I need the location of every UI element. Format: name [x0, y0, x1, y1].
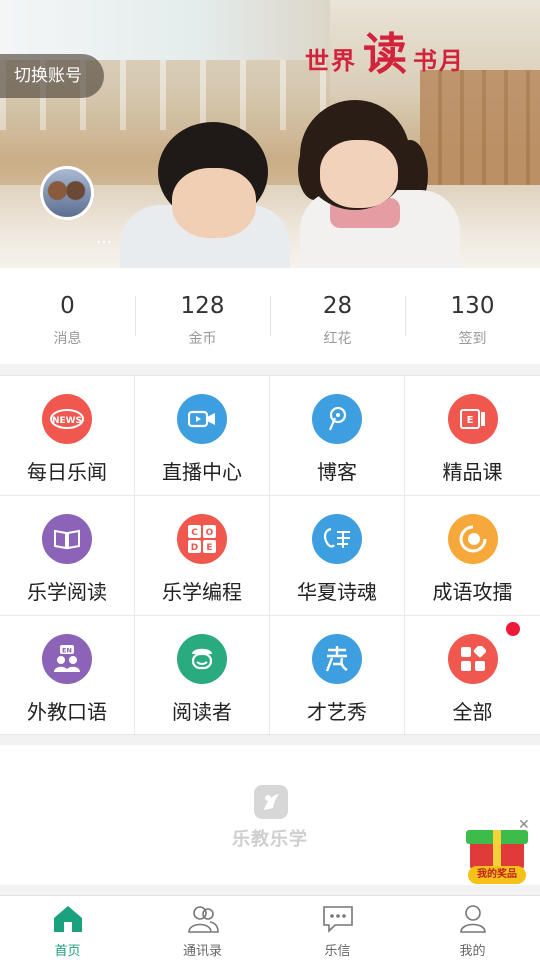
grid-item-label: 才艺秀 [307, 700, 367, 724]
grid-item-label: 精品课 [442, 460, 503, 484]
grid-item-coding[interactable]: CODE 乐学编程 [135, 496, 270, 616]
profile-icon [459, 905, 486, 933]
stat-messages[interactable]: 0 消息 [0, 268, 135, 364]
svg-text:EN: EN [62, 647, 72, 655]
feature-grid: NEWS 每日乐闻 直播中心 博客 E 精品课 乐学阅读 CODE 乐学编程 华… [0, 375, 540, 736]
grid-item-label: 成语攻擂 [432, 580, 513, 604]
tab-label: 通讯录 [182, 944, 222, 959]
grid-item-label: 华夏诗魂 [297, 580, 377, 604]
banner-title-big: 读 [363, 29, 407, 80]
brand-area: 乐教乐学 [0, 745, 540, 885]
banner-girl-face [320, 140, 398, 208]
reader-face-icon [177, 634, 227, 684]
stat-value: 28 [322, 293, 353, 319]
idiom-icon [447, 514, 498, 564]
tab-home[interactable]: 首页 [0, 896, 135, 960]
courseware-icon: E [447, 394, 498, 444]
my-prize-button[interactable]: 我的奖品 [466, 824, 528, 886]
chat-icon [322, 906, 353, 933]
banner-title-right: 书月 [413, 46, 465, 75]
brand-name: 乐教乐学 [232, 829, 308, 850]
grid-item-daily-news[interactable]: NEWS 每日乐闻 [0, 376, 135, 496]
stat-checkin[interactable]: 130 签到 [405, 268, 540, 364]
banner-title: 世界读书月 [305, 18, 465, 82]
svg-text:C: C [191, 528, 198, 538]
stat-label: 签到 [458, 331, 487, 347]
stat-label: 红花 [323, 331, 352, 347]
grid-item-label: 阅读者 [172, 700, 232, 724]
grid-item-label: 乐学阅读 [27, 580, 107, 604]
video-camera-icon [177, 394, 227, 444]
close-icon[interactable]: ✕ [518, 818, 530, 832]
poem-icon [312, 514, 362, 564]
blog-pen-icon [312, 394, 362, 444]
tab-chat[interactable]: 乐信 [270, 896, 405, 960]
banner-boy-face [172, 168, 256, 238]
grid-item-label: 直播中心 [162, 460, 242, 484]
tab-contacts[interactable]: 通讯录 [135, 896, 270, 960]
banner-title-left: 世界 [305, 46, 357, 75]
tab-profile[interactable]: 我的 [405, 896, 540, 960]
stat-value: 0 [60, 293, 75, 319]
code-blocks-icon: CODE [177, 514, 227, 564]
grid-item-premium-course[interactable]: E 精品课 [405, 376, 540, 496]
grid-item-live-center[interactable]: 直播中心 [135, 376, 270, 496]
stat-label: 消息 [53, 331, 82, 347]
stat-value: 128 [180, 293, 225, 319]
stat-flowers[interactable]: 28 红花 [270, 268, 405, 364]
notification-dot [506, 622, 520, 636]
grid-item-label: 博客 [317, 460, 357, 484]
banner-window [0, 0, 330, 60]
talent-show-icon [312, 634, 362, 684]
gift-ribbon [493, 830, 501, 870]
grid-item-label: 外教口语 [27, 700, 107, 724]
tab-label: 我的 [459, 944, 486, 959]
switch-account-button[interactable]: 切换账号 [0, 54, 104, 98]
grid-item-reader[interactable]: 阅读者 [135, 616, 270, 736]
banner-wall [420, 70, 540, 200]
svg-text:E: E [466, 415, 473, 426]
grid-item-talent-show[interactable]: 才艺秀 [270, 616, 405, 736]
stats-bar: 0 消息 128 金币 28 红花 130 签到 [0, 268, 540, 364]
grid-item-english-speaking[interactable]: EN 外教口语 [0, 616, 135, 736]
banner[interactable]: 世界读书月 [0, 0, 540, 268]
home-icon [53, 906, 82, 932]
svg-text:E: E [206, 543, 212, 553]
grid-item-all[interactable]: 全部 [405, 616, 540, 736]
avatar[interactable] [40, 166, 94, 220]
stat-coins[interactable]: 128 金币 [135, 268, 270, 364]
brand-logo-icon [254, 785, 288, 819]
grid-item-label: 乐学编程 [162, 580, 242, 604]
bottom-tab-bar: 首页 通讯录 乐信 我的 [0, 895, 540, 960]
news-icon: NEWS [42, 394, 92, 444]
stat-label: 金币 [188, 331, 217, 347]
tab-label: 首页 [54, 944, 81, 959]
grid-item-reading[interactable]: 乐学阅读 [0, 496, 135, 616]
gift-label: 我的奖品 [468, 866, 526, 884]
svg-text:NEWS: NEWS [52, 416, 82, 426]
username: ... [96, 228, 113, 248]
tab-label: 乐信 [324, 944, 351, 959]
all-apps-icon [447, 634, 498, 684]
contacts-icon [187, 906, 219, 933]
grid-item-label: 每日乐闻 [27, 460, 107, 484]
grid-item-blog[interactable]: 博客 [270, 376, 405, 496]
grid-item-poetry[interactable]: 华夏诗魂 [270, 496, 405, 616]
svg-text:D: D [191, 543, 198, 553]
grid-item-idiom[interactable]: 成语攻擂 [405, 496, 540, 616]
svg-text:O: O [206, 528, 214, 538]
stat-value: 130 [450, 293, 495, 319]
book-icon [42, 514, 92, 564]
grid-item-label: 全部 [452, 700, 493, 724]
english-speaker-icon: EN [42, 634, 92, 684]
